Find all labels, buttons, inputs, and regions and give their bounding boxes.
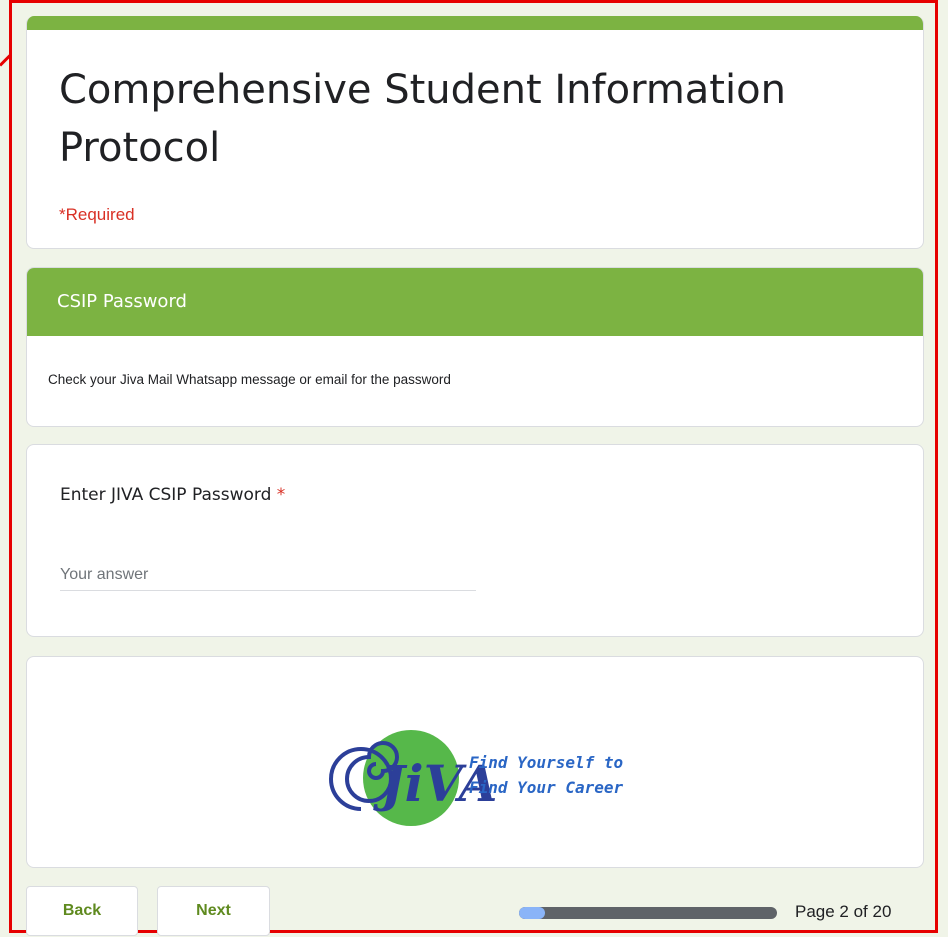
required-note: *Required <box>59 205 135 224</box>
question-label-text: Enter JIVA CSIP Password <box>60 485 272 505</box>
logo-tagline: Find Yourself to Find Your Career <box>469 750 623 800</box>
tagline-line-2: Find Your Career <box>469 778 624 797</box>
question-card: Enter JIVA CSIP Password * <box>26 444 924 637</box>
form-title: Comprehensive Student Information Protoc… <box>59 67 786 171</box>
tagline-line-1: Find Yourself to <box>469 753 624 772</box>
page-indicator: Page 2 of 20 <box>795 902 892 921</box>
progress-bar <box>519 907 777 919</box>
header-accent-bar <box>27 16 923 30</box>
image-card: JiVA Find Yourself to Find Your Career <box>26 656 924 868</box>
form-header-card: Comprehensive Student Information Protoc… <box>26 16 924 249</box>
progress-fill <box>519 907 545 919</box>
section-header: CSIP Password <box>27 268 923 336</box>
question-label: Enter JIVA CSIP Password * <box>60 485 285 505</box>
required-asterisk: * <box>276 485 286 505</box>
back-button[interactable]: Back <box>26 886 138 936</box>
password-answer-input[interactable] <box>60 559 476 591</box>
section-card: CSIP Password Check your Jiva Mail Whats… <box>26 267 924 427</box>
section-description: Check your Jiva Mail Whatsapp message or… <box>48 372 451 387</box>
next-button[interactable]: Next <box>157 886 270 936</box>
